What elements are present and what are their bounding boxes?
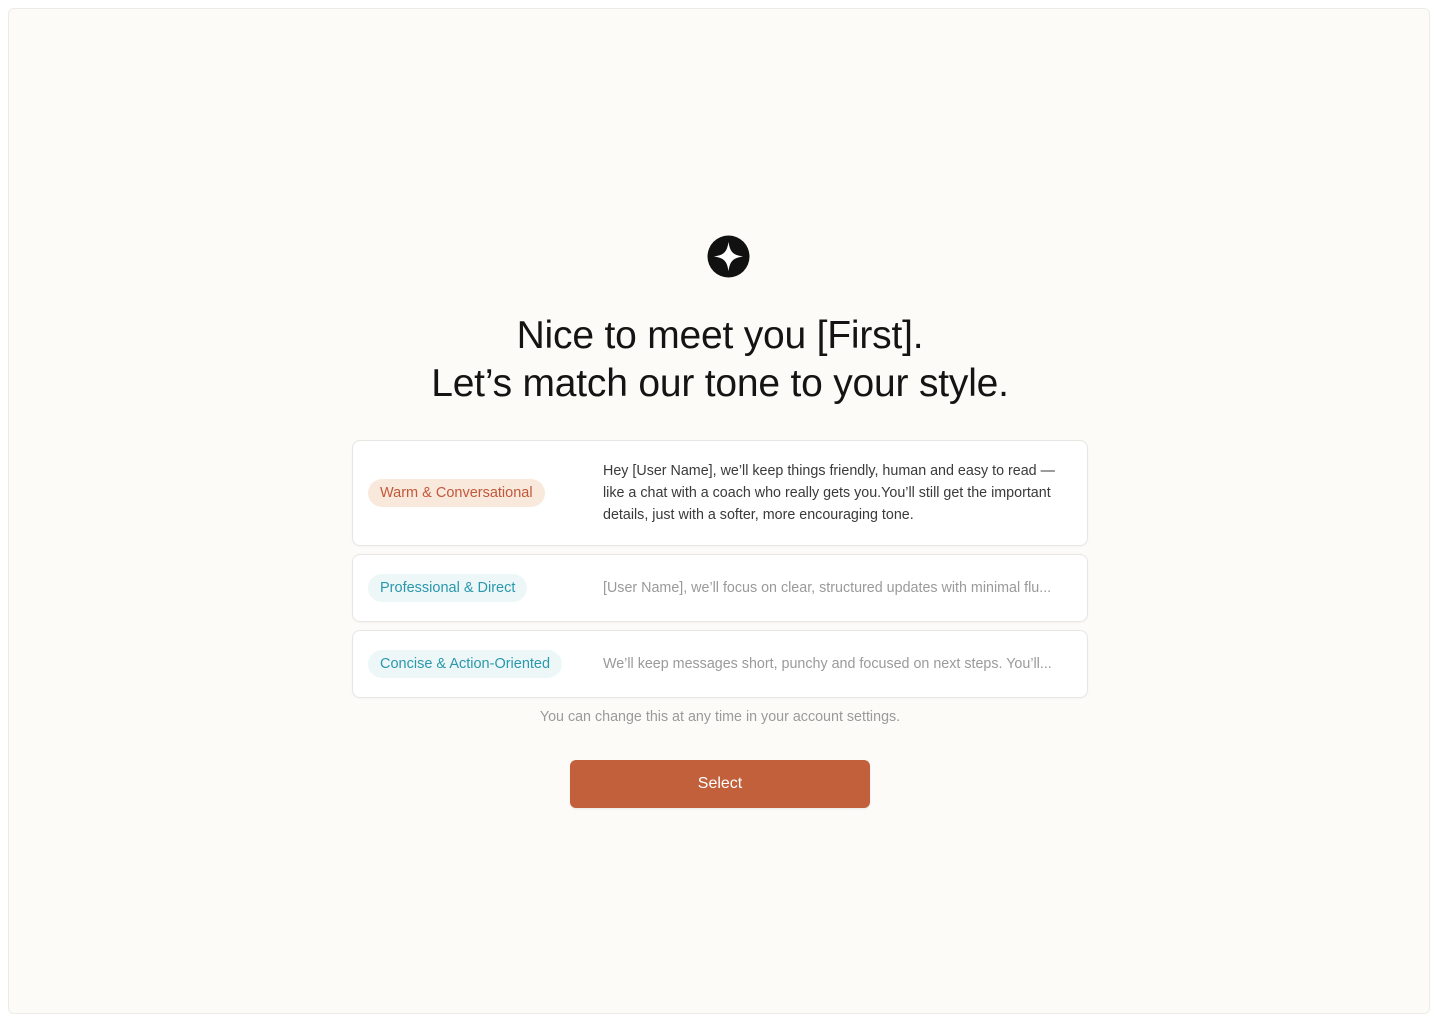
tone-option-professional-direct[interactable]: Professional & Direct [User Name], we’ll…	[352, 554, 1088, 622]
page-title-line-1: Nice to meet you [First].	[516, 314, 924, 357]
tone-option-concise-action-oriented[interactable]: Concise & Action-Oriented We’ll keep mes…	[352, 630, 1088, 698]
page-title-line-2: Let’s match our tone to your style.	[431, 362, 1009, 405]
tone-options-list: Warm & Conversational Hey [User Name], w…	[352, 440, 1088, 706]
settings-hint: You can change this at any time in your …	[539, 709, 901, 725]
tone-label-concise-action-oriented: Concise & Action-Oriented	[368, 650, 563, 678]
tone-description-professional-direct: [User Name], we’ll focus on clear, struc…	[603, 580, 1052, 596]
tone-label-professional-direct: Professional & Direct	[368, 574, 528, 602]
select-button[interactable]: Select	[570, 760, 870, 808]
tone-description-concise-action-oriented: We’ll keep messages short, punchy and fo…	[603, 656, 1052, 672]
page-title: Nice to meet you [First]. Let’s match ou…	[0, 312, 1440, 408]
tone-description-warm-conversational: Hey [User Name], we’ll keep things frien…	[603, 463, 1055, 523]
sparkle-icon	[707, 235, 750, 278]
tone-option-warm-conversational[interactable]: Warm & Conversational Hey [User Name], w…	[352, 440, 1088, 546]
tone-label-warm-conversational: Warm & Conversational	[368, 479, 545, 507]
